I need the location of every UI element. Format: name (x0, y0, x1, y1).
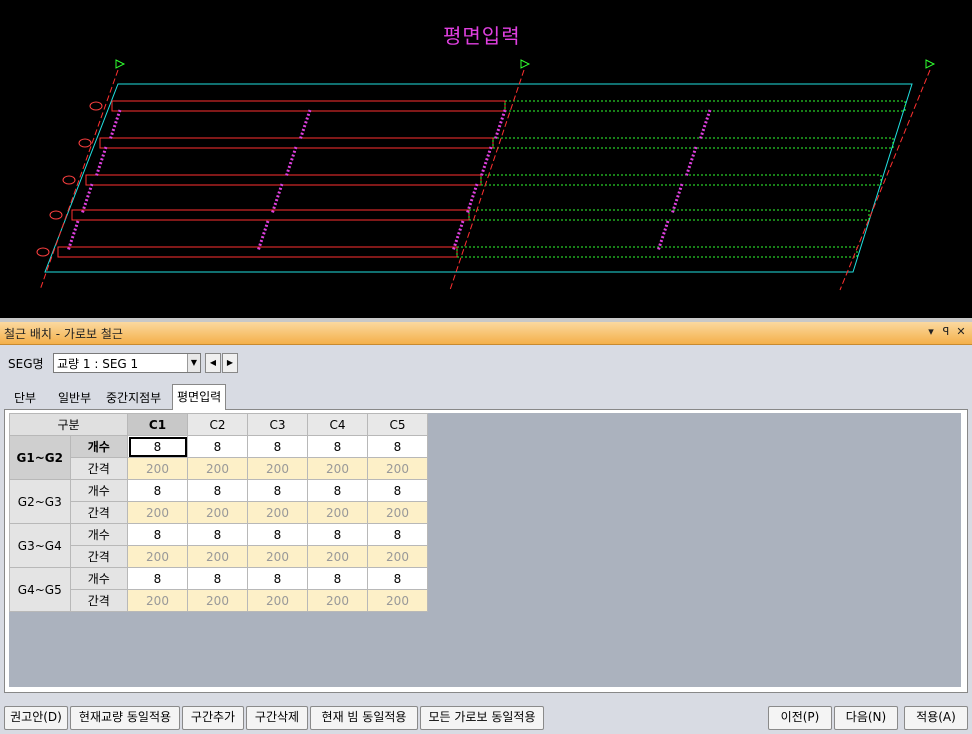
gap-cell[interactable]: 200 (367, 545, 428, 568)
prev-button[interactable]: 이전(P) (768, 706, 832, 730)
count-cell[interactable]: 8 (127, 479, 188, 502)
count-cell[interactable]: 8 (367, 567, 428, 590)
column-header[interactable]: C1 (127, 413, 188, 436)
count-cell[interactable]: 8 (307, 567, 368, 590)
table-row: 간격 200 200 200 200 200 (10, 545, 428, 568)
count-cell[interactable]: 8 (187, 479, 248, 502)
gap-cell[interactable]: 200 (187, 589, 248, 612)
apply-current-bridge-button[interactable]: 현재교량 동일적용 (70, 706, 180, 730)
gap-cell[interactable]: 200 (367, 589, 428, 612)
rebar-panel: 철근 배치 - 가로보 철근 ▾ ꟼ ✕ SEG명 교량 1 : SEG 1 ▼… (0, 322, 972, 734)
chevron-down-icon[interactable]: ▼ (187, 354, 200, 372)
rebar-grid: 구분 C1 C2 C3 C4 C5 G1~G2 개수 8 8 8 8 8 간격 200 200 20… (9, 413, 428, 612)
count-cell[interactable]: 8 (247, 479, 308, 502)
count-cell[interactable]: 8 (187, 567, 248, 590)
gap-row-label: 간격 (69, 545, 128, 568)
seg-select[interactable]: 교량 1 : SEG 1 ▼ (53, 353, 201, 373)
gap-cell[interactable]: 200 (247, 589, 308, 612)
count-cell[interactable]: 8 (247, 435, 308, 458)
count-cell[interactable]: 8 (127, 567, 188, 590)
gap-row-label: 간격 (69, 457, 128, 480)
count-cell[interactable]: 8 (307, 435, 368, 458)
column-header[interactable]: C3 (247, 413, 308, 436)
gap-cell[interactable]: 200 (247, 457, 308, 480)
delete-section-button[interactable]: 구간삭제 (246, 706, 308, 730)
prev-seg-icon[interactable]: ◀ (205, 353, 221, 373)
gap-cell[interactable]: 200 (307, 545, 368, 568)
count-cell[interactable]: 8 (367, 435, 428, 458)
panel-title: 철근 배치 - 가로보 철근 (4, 327, 123, 341)
cad-viewport[interactable]: 평면입력 (0, 0, 972, 318)
gap-cell[interactable]: 200 (367, 501, 428, 524)
next-seg-icon[interactable]: ▶ (222, 353, 238, 373)
gap-cell[interactable]: 200 (247, 501, 308, 524)
table-row: 간격 200 200 200 200 200 (10, 501, 428, 524)
table-row: G4~G5 개수 8 8 8 8 8 (9, 567, 428, 612)
gap-cell[interactable]: 200 (187, 501, 248, 524)
tab-content: 구분 C1 C2 C3 C4 C5 G1~G2 개수 8 8 8 8 8 간격 200 200 20… (4, 409, 968, 693)
next-button[interactable]: 다음(N) (834, 706, 898, 730)
count-row-label: 개수 (69, 523, 128, 546)
count-cell[interactable]: 8 (127, 435, 188, 458)
table-row: 간격 200 200 200 200 200 (10, 589, 428, 612)
gap-cell[interactable]: 200 (187, 545, 248, 568)
gap-cell[interactable]: 200 (127, 501, 188, 524)
grid-area: 구분 C1 C2 C3 C4 C5 G1~G2 개수 8 8 8 8 8 간격 200 200 20… (9, 413, 961, 687)
dropdown-arrow-icon[interactable]: ▾ (924, 325, 938, 339)
gap-cell[interactable]: 200 (127, 457, 188, 480)
table-row: G3~G4 개수 8 8 8 8 8 (9, 523, 428, 568)
column-header[interactable]: C5 (367, 413, 428, 436)
tab-end[interactable]: 단부 (10, 388, 40, 408)
gap-row-label: 간격 (69, 501, 128, 524)
group-label[interactable]: G3~G4 (9, 523, 71, 568)
group-label[interactable]: G4~G5 (9, 567, 71, 612)
group-label[interactable]: G1~G2 (9, 435, 71, 480)
count-cell[interactable]: 8 (127, 523, 188, 546)
apply-button[interactable]: 적용(A) (904, 706, 968, 730)
panel-header: 철근 배치 - 가로보 철근 ▾ ꟼ ✕ (0, 322, 972, 345)
gap-cell[interactable]: 200 (307, 457, 368, 480)
grid-corner-header: 구분 (9, 413, 128, 436)
tab-general[interactable]: 일반부 (54, 388, 95, 408)
gap-cell[interactable]: 200 (307, 501, 368, 524)
tab-plan-input[interactable]: 평면입력 (172, 384, 227, 410)
gap-cell[interactable]: 200 (127, 589, 188, 612)
apply-all-crossbeams-button[interactable]: 모든 가로보 동일적용 (420, 706, 544, 730)
count-row-label: 개수 (69, 567, 128, 590)
table-row: G2~G3 개수 8 8 8 8 8 (9, 479, 428, 524)
column-header[interactable]: C4 (307, 413, 368, 436)
cad-view-title: 평면입력 (443, 24, 521, 48)
count-cell[interactable]: 8 (247, 567, 308, 590)
count-cell[interactable]: 8 (307, 523, 368, 546)
table-row: 간격 200 200 200 200 200 (10, 457, 428, 480)
seg-select-value: 교량 1 : SEG 1 (57, 357, 139, 371)
group-label[interactable]: G2~G3 (9, 479, 71, 524)
count-cell[interactable]: 8 (187, 523, 248, 546)
seg-label: SEG명 (8, 357, 44, 371)
count-row-label: 개수 (69, 479, 128, 502)
count-cell[interactable]: 8 (307, 479, 368, 502)
close-icon[interactable]: ✕ (954, 325, 968, 339)
count-row-label: 개수 (69, 435, 128, 458)
count-cell[interactable]: 8 (247, 523, 308, 546)
gap-cell[interactable]: 200 (127, 545, 188, 568)
gap-cell[interactable]: 200 (187, 457, 248, 480)
gap-row-label: 간격 (69, 589, 128, 612)
bottom-toolbar: 권고안(D) 현재교량 동일적용 구간추가 구간삭제 현재 빔 동일적용 모든 … (0, 702, 972, 734)
add-section-button[interactable]: 구간추가 (182, 706, 244, 730)
recommend-button[interactable]: 권고안(D) (4, 706, 68, 730)
gap-cell[interactable]: 200 (247, 545, 308, 568)
count-cell[interactable]: 8 (367, 479, 428, 502)
column-header[interactable]: C2 (187, 413, 248, 436)
gap-cell[interactable]: 200 (367, 457, 428, 480)
pin-icon[interactable]: ꟼ (939, 325, 953, 339)
table-row: G1~G2 개수 8 8 8 8 8 (9, 435, 428, 480)
tab-intermediate-support[interactable]: 중간지점부 (102, 388, 165, 408)
apply-current-beam-button[interactable]: 현재 빔 동일적용 (310, 706, 418, 730)
gap-cell[interactable]: 200 (307, 589, 368, 612)
count-cell[interactable]: 8 (367, 523, 428, 546)
count-cell[interactable]: 8 (187, 435, 248, 458)
